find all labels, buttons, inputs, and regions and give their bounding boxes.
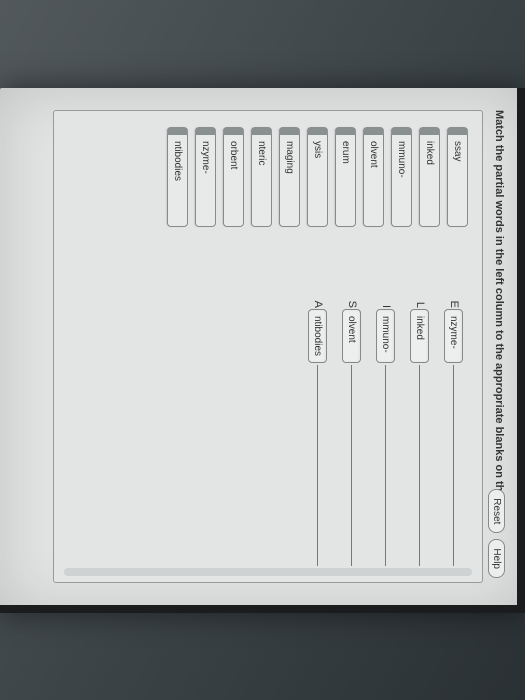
bezel-top xyxy=(517,88,525,613)
reset-button[interactable]: Reset xyxy=(488,489,505,533)
target-row: E nzyme- xyxy=(442,297,466,566)
word-item[interactable]: erum xyxy=(335,127,356,227)
left-word-column: ssay inked mmuno- olvent erum ysis magin… xyxy=(68,127,468,227)
prefix-letter: A xyxy=(312,297,324,309)
target-row: S olvent xyxy=(340,297,364,566)
drop-slot[interactable]: olvent xyxy=(343,309,362,363)
screen-surface: Match the partial words in the left colu… xyxy=(0,88,525,613)
underline xyxy=(454,365,455,566)
underline xyxy=(386,365,387,566)
drop-slot[interactable]: mmuno- xyxy=(377,309,396,363)
target-row: A ntibodies xyxy=(306,297,330,566)
word-item[interactable]: ssay xyxy=(447,127,468,227)
underline xyxy=(420,365,421,566)
work-area: ssay inked mmuno- olvent erum ysis magin… xyxy=(53,110,483,583)
word-item[interactable]: ntibodies xyxy=(167,127,188,227)
word-item[interactable]: ysis xyxy=(307,127,328,227)
word-item[interactable]: mmuno- xyxy=(391,127,412,227)
target-row: L inked xyxy=(408,297,432,566)
help-button[interactable]: Help xyxy=(488,539,505,578)
scrollbar-rail[interactable] xyxy=(64,568,472,576)
word-item[interactable]: nteric xyxy=(251,127,272,227)
prefix-letter: L xyxy=(414,297,426,309)
prefix-letter: S xyxy=(346,297,358,309)
word-item[interactable]: maging xyxy=(279,127,300,227)
drop-slot[interactable]: ntibodies xyxy=(309,309,328,363)
top-controls: Reset Help xyxy=(488,489,505,578)
prefix-letter: E xyxy=(448,297,460,309)
word-item[interactable]: nzyme- xyxy=(195,127,216,227)
underline xyxy=(352,365,353,566)
bezel-right xyxy=(0,605,525,613)
drop-slot[interactable]: nzyme- xyxy=(445,309,464,363)
drop-slot[interactable]: inked xyxy=(411,309,430,363)
word-item[interactable]: olvent xyxy=(363,127,384,227)
photo-background: Match the partial words in the left colu… xyxy=(0,0,525,700)
word-item[interactable]: inked xyxy=(419,127,440,227)
columns: ssay inked mmuno- olvent erum ysis magin… xyxy=(68,127,468,566)
target-row: I mmuno- xyxy=(374,297,398,566)
prefix-letter: I xyxy=(380,297,392,309)
content-area: Match the partial words in the left colu… xyxy=(30,110,505,583)
right-target-column: E nzyme- L inked I mmuno- xyxy=(68,297,468,566)
underline xyxy=(318,365,319,566)
word-item[interactable]: orbent xyxy=(223,127,244,227)
